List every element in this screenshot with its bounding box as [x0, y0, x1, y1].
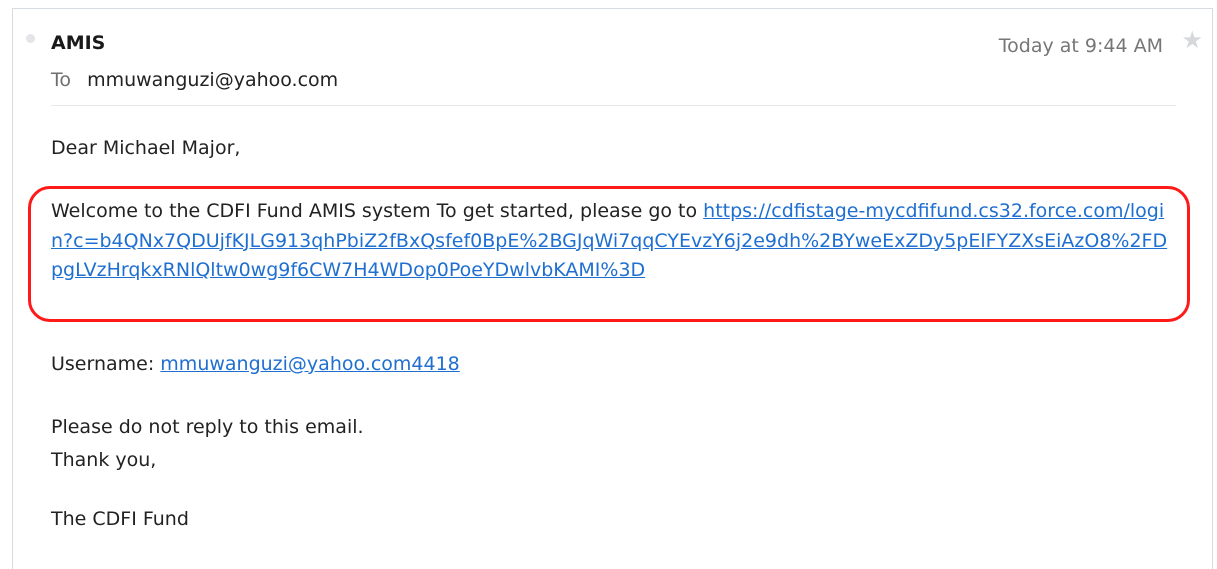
recipient-address[interactable]: mmuwanguzi@yahoo.com — [87, 69, 338, 91]
welcome-text: Welcome to the CDFI Fund AMIS system To … — [51, 200, 704, 222]
welcome-paragraph: Welcome to the CDFI Fund AMIS system To … — [51, 197, 1176, 286]
username-label: Username: — [51, 353, 161, 375]
closing-text: Thank you, — [51, 449, 157, 471]
recipient-row: To mmuwanguzi@yahoo.com — [51, 67, 338, 93]
to-label: To — [51, 69, 72, 91]
greeting-text: Dear Michael Major, — [51, 137, 241, 159]
username-link[interactable]: mmuwanguzi@yahoo.com4418 — [160, 353, 459, 375]
sender-name[interactable]: AMIS — [51, 31, 105, 55]
star-icon[interactable]: ★ — [1181, 28, 1203, 52]
message-timestamp: Today at 9:44 AM — [998, 35, 1163, 57]
header-divider — [51, 105, 1176, 106]
no-reply-notice: Please do not reply to this email. — [51, 416, 364, 438]
signature-text: The CDFI Fund — [51, 508, 189, 530]
username-row: Username: mmuwanguzi@yahoo.com4418 — [51, 351, 460, 377]
unread-indicator[interactable] — [26, 34, 35, 43]
